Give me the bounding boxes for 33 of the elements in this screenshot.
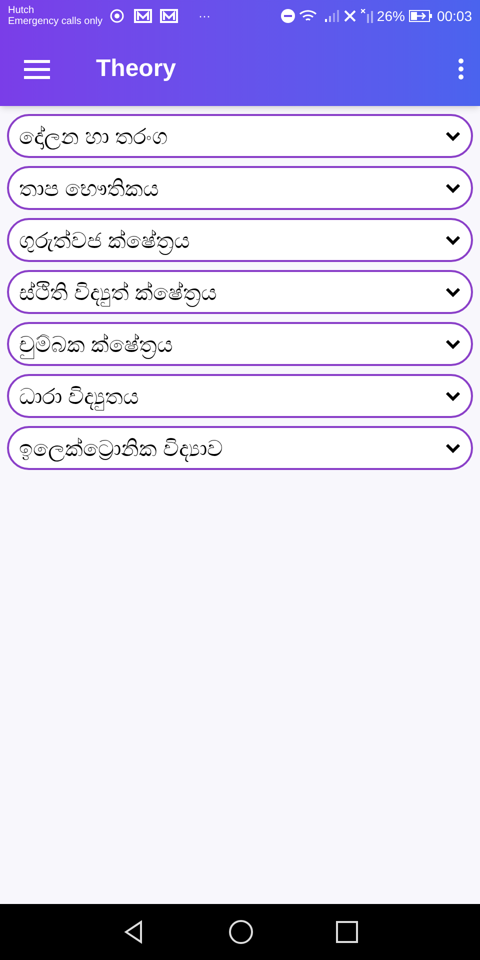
no-calls-icon [342,9,357,23]
do-not-disturb-icon [280,9,295,23]
carrier-name: Hutch [8,5,36,16]
wifi-icon [298,9,317,23]
clock: 00:03 [436,6,472,26]
chevron-down-icon [445,183,461,193]
recents-icon[interactable] [336,921,358,943]
chevron-down-icon [445,443,461,453]
battery-charging-icon [408,10,433,22]
accordion-item[interactable]: තාප භෞතිකය [7,166,473,210]
more-notifications: ··· [198,8,210,25]
battery-percentage: 26% [376,6,405,26]
signal-icon [324,10,339,22]
chevron-down-icon [445,131,461,141]
app-title: Theory [96,54,176,84]
chevron-down-icon [445,391,461,401]
chevron-down-icon [445,235,461,245]
mail-icon [160,8,178,24]
no-signal-icon [360,9,373,23]
accordion-item[interactable]: ධාරා විද්‍යුතය [7,374,473,418]
accordion-item[interactable]: දෝලන හා තරංග [7,114,473,158]
accordion-item[interactable]: චුම්බක ක්ෂේත්‍රය [7,322,473,366]
more-options-icon[interactable] [458,58,464,80]
accordion-item[interactable]: ඉලෙක්ට්‍රොනික විද්‍යාව [7,426,473,470]
home-icon[interactable] [228,920,253,944]
chevron-down-icon [445,339,461,349]
chevron-down-icon [445,287,461,297]
hotspot-icon [110,8,126,24]
network-status: Emergency calls only [8,16,102,27]
accordion-item[interactable]: ස්ථිති විද්‍යුත් ක්ෂේත්‍රය [7,270,473,314]
menu-icon[interactable] [24,59,50,79]
accordion-item[interactable]: ගුරුත්වජ ක්ෂේත්‍රය [7,218,473,262]
mail-icon [134,8,152,24]
